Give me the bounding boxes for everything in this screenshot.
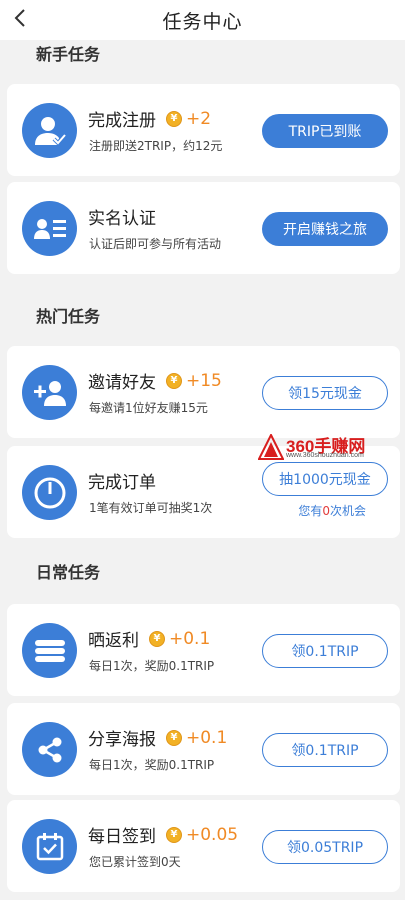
task-card-register: 完成注册 ¥ +2 注册即送2TRIP，约12元 TRIP已到账: [7, 84, 400, 176]
share-icon: [22, 722, 77, 777]
task-reward: +2: [186, 108, 212, 129]
task-description: 每日1次，奖励0.1TRIP: [89, 758, 215, 772]
power-icon: [22, 465, 77, 520]
watermark: 360手赚网 www.360shouzhuan.com: [258, 432, 388, 466]
section-title-newbie: 新手任务: [36, 45, 101, 64]
claim-trip-button[interactable]: 领0.1TRIP: [262, 733, 388, 767]
task-name-text: 完成注册: [88, 111, 156, 131]
coin-icon: ¥: [166, 729, 182, 746]
task-title: 邀请好友 ¥ +15: [88, 368, 222, 394]
task-reward: +0.05: [186, 824, 239, 845]
claim-trip-button[interactable]: 领0.05TRIP: [262, 830, 388, 864]
task-description: 每日1次，奖励0.1TRIP: [89, 659, 215, 673]
task-title: 完成注册 ¥ +2: [88, 106, 212, 132]
task-title: 分享海报 ¥ +0.1: [88, 725, 228, 751]
section-title-daily: 日常任务: [36, 563, 101, 582]
task-reward: +0.1: [186, 727, 228, 748]
start-earning-button[interactable]: 开启赚钱之旅: [262, 212, 388, 246]
section-title-hot: 热门任务: [36, 307, 101, 326]
page-title: 任务中心: [162, 10, 243, 33]
task-name-text: 晒返利: [88, 631, 139, 651]
task-card-rebate: 晒返利 ¥ +0.1 每日1次，奖励0.1TRIP 领0.1TRIP: [7, 604, 400, 696]
claim-trip-button[interactable]: 领0.1TRIP: [262, 634, 388, 668]
user-check-icon: [22, 103, 77, 158]
task-description: 1笔有效订单可抽奖1次: [89, 501, 213, 515]
coin-icon: ¥: [166, 110, 182, 127]
task-title: 完成订单: [88, 468, 156, 493]
back-icon[interactable]: [8, 6, 32, 30]
task-card-share: 分享海报 ¥ +0.1 每日1次，奖励0.1TRIP 领0.1TRIP: [7, 703, 400, 795]
task-title: 实名认证: [88, 204, 156, 229]
task-card-verify: 实名认证 认证后即可参与所有活动 开启赚钱之旅: [7, 182, 400, 274]
chance-suffix: 次机会: [329, 504, 366, 518]
chance-count: 您有0次机会: [298, 502, 366, 519]
chance-prefix: 您有: [298, 504, 323, 518]
task-description: 每邀请1位好友赚15元: [89, 401, 208, 415]
list-icon: [22, 623, 77, 678]
task-name-text: 分享海报: [88, 730, 156, 750]
coin-icon: ¥: [166, 826, 182, 843]
task-description: 注册即送2TRIP，约12元: [89, 139, 223, 153]
calendar-check-icon: [22, 819, 77, 874]
watermark-logo-icon: [258, 434, 284, 460]
task-card-checkin: 每日签到 ¥ +0.05 您已累计签到0天 领0.05TRIP: [7, 800, 400, 892]
task-description: 您已累计签到0天: [89, 855, 181, 869]
task-reward: +15: [186, 370, 222, 391]
top-bar: 任务中心: [0, 0, 405, 40]
claim-cash-button[interactable]: 领15元现金: [262, 376, 388, 410]
task-name-text: 实名认证: [88, 209, 156, 229]
task-name-text: 邀请好友: [88, 373, 156, 393]
coin-icon: ¥: [166, 372, 182, 389]
task-title: 每日签到 ¥ +0.05: [88, 822, 239, 848]
lottery-button[interactable]: 抽1000元现金: [262, 462, 388, 496]
task-reward: +0.1: [169, 628, 211, 649]
task-title: 晒返利 ¥ +0.1: [88, 626, 211, 652]
watermark-url: www.360shouzhuan.com: [286, 452, 364, 459]
chance-number: 0: [322, 504, 330, 518]
trip-received-button[interactable]: TRIP已到账: [262, 114, 388, 148]
task-name-text: 完成订单: [88, 473, 156, 493]
task-card-invite: 邀请好友 ¥ +15 每邀请1位好友赚15元 领15元现金: [7, 346, 400, 438]
add-user-icon: [22, 365, 77, 420]
task-name-text: 每日签到: [88, 827, 156, 847]
task-description: 认证后即可参与所有活动: [89, 237, 222, 251]
id-card-icon: [22, 201, 77, 256]
coin-icon: ¥: [149, 630, 165, 647]
